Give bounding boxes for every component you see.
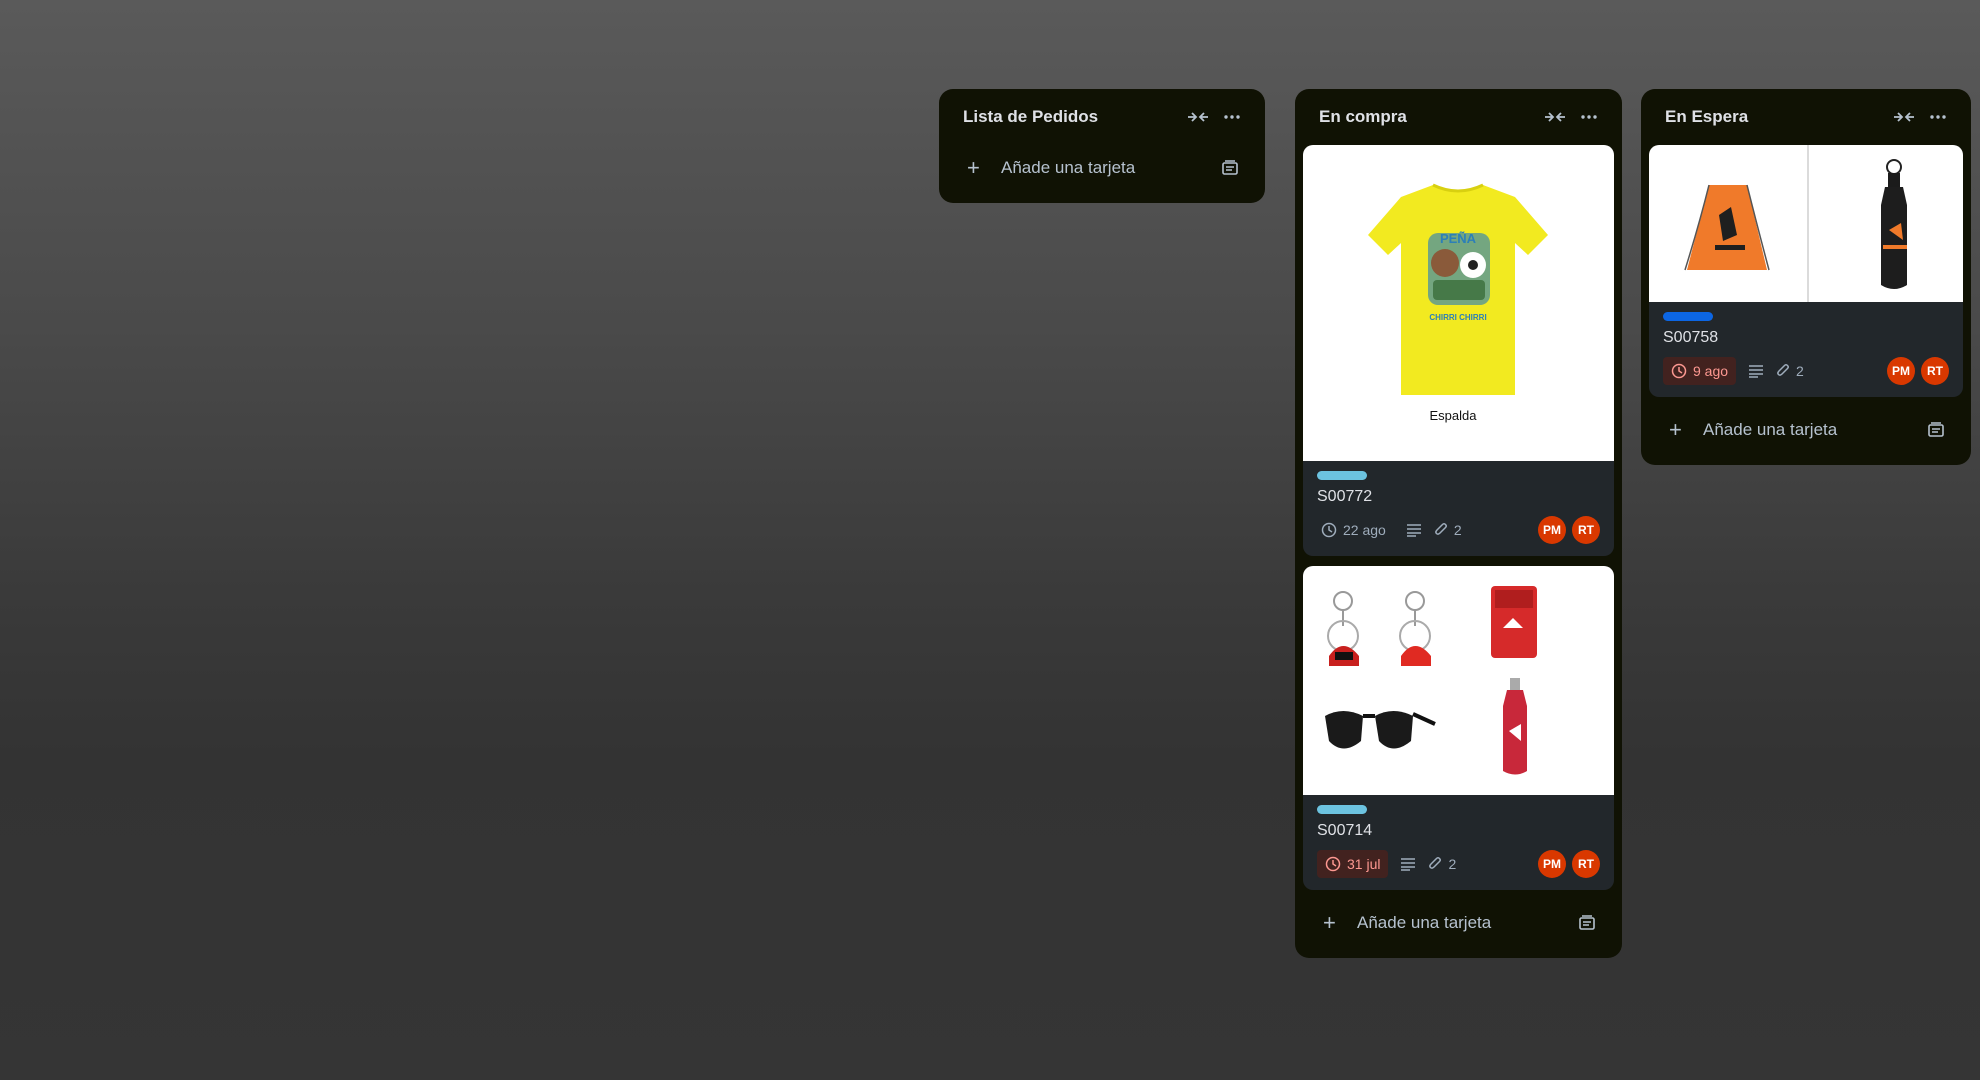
- attachments-badge: 2: [1434, 522, 1462, 538]
- list-en-espera: En Espera S00758 9 ago 2 PM RT + Añade u…: [1641, 89, 1971, 465]
- clock-icon: [1321, 522, 1337, 538]
- card-cover-image: [1303, 566, 1614, 795]
- cover-caption: Espalda: [1430, 408, 1478, 423]
- list-title[interactable]: En Espera: [1665, 107, 1887, 127]
- card-badges: 22 ago 2 PM RT: [1317, 516, 1600, 544]
- card-label[interactable]: [1317, 471, 1367, 480]
- shirt-print-text-2: CHIRRI CHIRRI: [1429, 313, 1486, 322]
- card-badges: 9 ago 2 PM RT: [1663, 357, 1949, 385]
- add-card-button[interactable]: + Añade una tarjeta: [947, 145, 1257, 191]
- list-title[interactable]: En compra: [1319, 107, 1538, 127]
- yellow-tshirt-image: PEÑA CHIRRI CHIRRI Espalda: [1368, 183, 1548, 423]
- add-card-label: Añade una tarjeta: [1001, 158, 1136, 177]
- due-date-badge[interactable]: 22 ago: [1317, 516, 1394, 544]
- card-members: PM RT: [1532, 516, 1600, 544]
- list-header: Lista de Pedidos: [939, 89, 1265, 145]
- card-members: PM RT: [1881, 357, 1949, 385]
- list-lista-de-pedidos: Lista de Pedidos + Añade una tarjeta: [939, 89, 1265, 203]
- description-icon: [1406, 523, 1422, 537]
- avatar[interactable]: RT: [1921, 357, 1949, 385]
- backpack-and-bottle-image: [1684, 145, 1907, 302]
- list-title[interactable]: Lista de Pedidos: [963, 107, 1181, 127]
- card-body: S00758 9 ago 2 PM RT: [1649, 302, 1963, 397]
- avatar[interactable]: PM: [1887, 357, 1915, 385]
- list-header: En compra: [1295, 89, 1622, 145]
- plus-icon: +: [1323, 910, 1336, 935]
- list-menu-icon[interactable]: [1215, 100, 1249, 134]
- card-members: PM RT: [1532, 850, 1600, 878]
- collapse-list-icon[interactable]: [1538, 100, 1572, 134]
- plus-icon: +: [1669, 417, 1682, 442]
- plus-icon: +: [967, 155, 980, 180]
- card-s00758[interactable]: S00758 9 ago 2 PM RT: [1649, 145, 1963, 397]
- card-label[interactable]: [1663, 312, 1713, 321]
- card-badges: 31 jul 2 PM RT: [1317, 850, 1600, 878]
- card-body: S00772 22 ago 2 PM RT: [1303, 461, 1614, 556]
- list-header: En Espera: [1641, 89, 1971, 145]
- card-cover-image: [1649, 145, 1963, 302]
- add-card-button[interactable]: + Añade una tarjeta: [1303, 900, 1614, 946]
- collapse-list-icon[interactable]: [1181, 100, 1215, 134]
- avatar[interactable]: PM: [1538, 516, 1566, 544]
- list-menu-icon[interactable]: [1572, 100, 1606, 134]
- attachments-count: 2: [1453, 522, 1462, 538]
- attachments-count: 2: [1448, 856, 1457, 872]
- card-label[interactable]: [1317, 805, 1367, 814]
- due-date-text: 9 ago: [1693, 363, 1729, 379]
- create-from-template-icon[interactable]: [1221, 160, 1239, 176]
- create-from-template-icon[interactable]: [1578, 915, 1596, 931]
- avatar[interactable]: RT: [1572, 850, 1600, 878]
- clock-icon: [1671, 363, 1687, 379]
- add-card-label: Añade una tarjeta: [1357, 913, 1492, 932]
- due-date-text: 31 jul: [1347, 856, 1381, 872]
- attachments-badge: 2: [1776, 363, 1804, 379]
- paperclip-icon: [1776, 363, 1790, 379]
- add-card-label: Añade una tarjeta: [1703, 420, 1838, 439]
- avatar[interactable]: PM: [1538, 850, 1566, 878]
- card-s00714[interactable]: S00714 31 jul 2 PM RT: [1303, 566, 1614, 890]
- attachments-badge: 2: [1428, 856, 1456, 872]
- card-title: S00714: [1317, 822, 1373, 839]
- description-icon: [1400, 857, 1416, 871]
- paperclip-icon: [1428, 856, 1442, 872]
- merchandise-collage-image: [1325, 586, 1537, 775]
- card-body: S00714 31 jul 2 PM RT: [1303, 795, 1614, 890]
- due-date-badge-overdue[interactable]: 31 jul: [1317, 850, 1389, 878]
- card-title: S00772: [1317, 488, 1373, 505]
- shirt-print-text: PEÑA: [1440, 231, 1477, 246]
- list-menu-icon[interactable]: [1921, 100, 1955, 134]
- clock-icon: [1325, 856, 1341, 872]
- attachments-count: 2: [1796, 363, 1804, 379]
- avatar[interactable]: RT: [1572, 516, 1600, 544]
- card-cover-image: PEÑA CHIRRI CHIRRI Espalda: [1303, 145, 1614, 461]
- due-date-badge-overdue[interactable]: 9 ago: [1663, 357, 1737, 385]
- paperclip-icon: [1434, 522, 1448, 538]
- description-icon: [1748, 364, 1764, 378]
- card-s00772[interactable]: PEÑA CHIRRI CHIRRI Espalda S00772 22 ago: [1303, 145, 1614, 556]
- due-date-text: 22 ago: [1343, 522, 1386, 538]
- card-title: S00758: [1663, 329, 1719, 346]
- list-en-compra: En compra PEÑA CHIRRI CHIRRI Espalda S00…: [1295, 89, 1622, 958]
- create-from-template-icon[interactable]: [1927, 422, 1945, 438]
- add-card-button[interactable]: + Añade una tarjeta: [1649, 407, 1963, 453]
- collapse-list-icon[interactable]: [1887, 100, 1921, 134]
